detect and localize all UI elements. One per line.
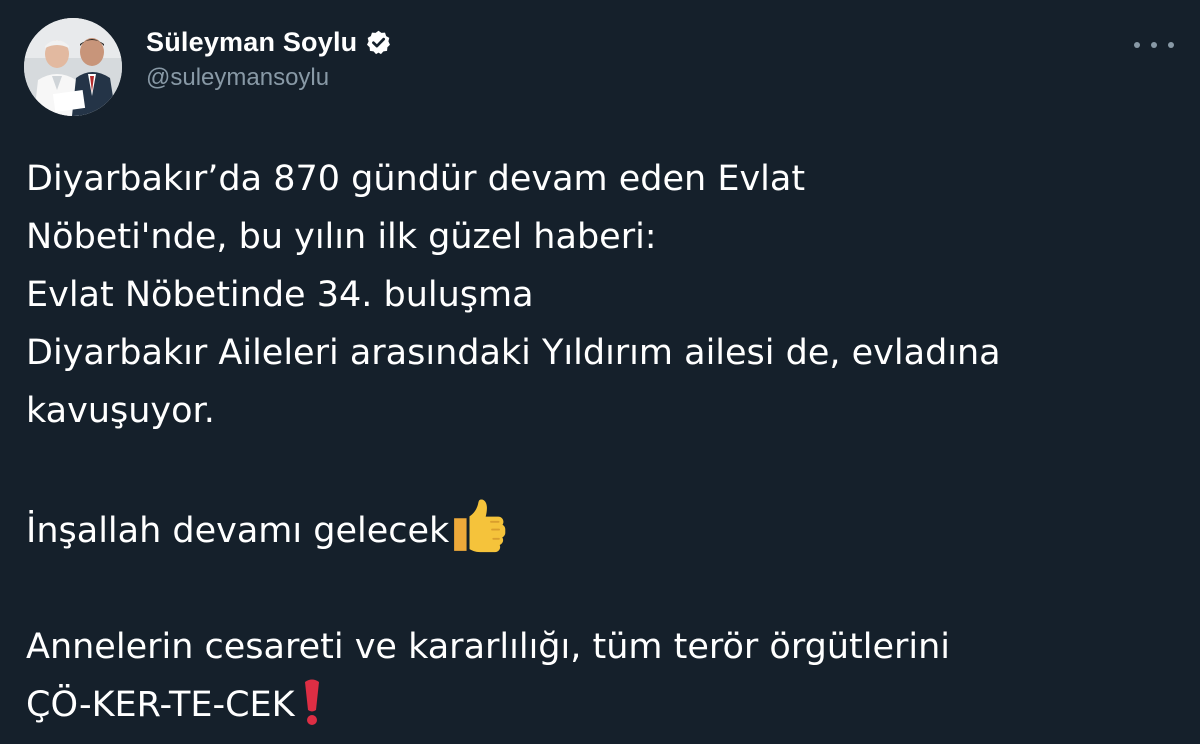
more-dot xyxy=(1168,42,1174,48)
tweet-text: Diyarbakır’da 870 gündür devam eden Evla… xyxy=(26,150,1176,734)
thumbs-up-emoji xyxy=(451,498,507,554)
inshallah-text: İnşallah devamı gelecek xyxy=(26,511,450,551)
tweet-line: Evlat Nöbetinde 34. buluşma xyxy=(26,275,534,315)
tweet-line-inshallah: İnşallah devamı gelecek xyxy=(26,498,1176,560)
tweet-line: Diyarbakır Aileleri arasındaki Yıldırım … xyxy=(26,333,1001,373)
tweet-line: kavuşuyor. xyxy=(26,391,215,431)
tweet-header: Süleyman Soylu @suleymansoylu xyxy=(24,18,392,116)
name-row: Süleyman Soylu xyxy=(146,27,392,58)
author-handle[interactable]: @suleymansoylu xyxy=(146,64,392,92)
tweet-card: Süleyman Soylu @suleymansoylu Diyarbakır… xyxy=(0,0,1200,744)
tweet-line: Diyarbakır’da 870 gündür devam eden Evla… xyxy=(26,159,806,199)
red-exclamation-emoji xyxy=(301,678,323,728)
tweet-line: Nöbeti'nde, bu yılın ilk güzel haberi: xyxy=(26,217,657,257)
author-identity: Süleyman Soylu @suleymansoylu xyxy=(146,27,392,92)
author-name[interactable]: Süleyman Soylu xyxy=(146,27,357,58)
avatar[interactable] xyxy=(24,18,122,116)
avatar-photo xyxy=(24,18,122,116)
verified-badge-icon xyxy=(365,29,392,56)
more-dot xyxy=(1151,42,1157,48)
tweet-line: Annelerin cesareti ve kararlılığı, tüm t… xyxy=(26,627,951,667)
more-dot xyxy=(1134,42,1140,48)
tweet-line-final: ÇÖ-KER-TE-CEK xyxy=(26,676,1176,734)
final-text: ÇÖ-KER-TE-CEK xyxy=(26,685,295,725)
more-options-icon[interactable] xyxy=(1134,30,1174,60)
